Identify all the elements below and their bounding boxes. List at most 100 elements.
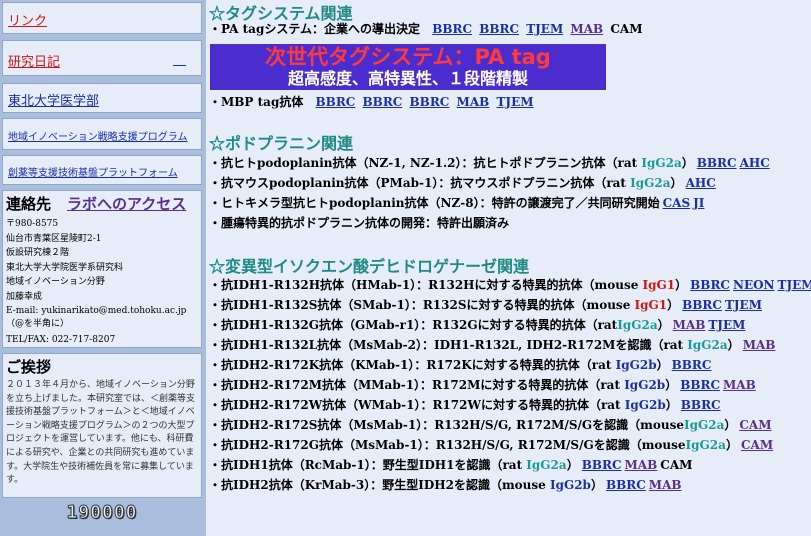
list-item: ・腫瘍特異的抗ポドプラニン抗体の開発：特許出願済み — [209, 216, 509, 231]
access-counter: 190000 — [52, 502, 152, 524]
item-text: ・抗IDH1-R132G抗体（GMab-r1）：R132Gに対する特異的抗体（r… — [209, 318, 618, 332]
ref-link-mab[interactable]: MAB — [743, 338, 776, 352]
ref-link-tjem[interactable]: TJEM — [708, 318, 745, 332]
list-item: ・抗IDH2-R172K抗体（KMab-1）：R172Kに対する特異的抗体（ra… — [209, 358, 711, 373]
ref-link-bbrc[interactable]: BBRC — [672, 358, 712, 372]
item-text-close: ） — [675, 278, 688, 292]
ref-cam-plain: CAM — [610, 22, 643, 36]
ref-link-bbrc[interactable]: BBRC — [606, 478, 646, 492]
contact-email: E-mail: yukinarikato@med.tohoku.ac.jp（@を… — [6, 305, 187, 329]
section-title-idh: ☆変異型イソクエン酸デヒドロゲナーゼ関連 — [209, 257, 530, 276]
contact-line: 地域イノベーション分野 — [6, 277, 105, 288]
ref-link-bbrc[interactable]: BBRC — [680, 378, 720, 392]
ref-link-tjem[interactable]: TJEM — [778, 278, 811, 292]
pa-tag-text: ・PA tagシステム：企業への導出決定 — [209, 22, 420, 36]
ref-link-cam[interactable]: CAM — [741, 438, 773, 452]
list-item: ・抗マウスpodoplanin抗体（PMab-1）：抗マウスポドプラニン抗体（r… — [209, 176, 716, 191]
item-text: ・抗IDH2-R172S抗体（MsMab-1）：R132H/S/G, R172M… — [209, 418, 684, 432]
item-text: ・抗IDH2-R172W抗体（WMab-1）：R172Wに対する特異的抗体（ra… — [209, 398, 625, 412]
sidebar-link-drug-platform[interactable]: 創薬等支援技術基盤プラットフォーム — [8, 164, 178, 179]
ref-link-bbrc[interactable]: BBRC — [316, 95, 356, 109]
contact-line: 仮設研究棟２階 — [6, 248, 70, 259]
sidebar-link-diary-extra[interactable]: ＿ — [173, 49, 186, 68]
ref-link-bbrc[interactable]: BBRC — [432, 22, 472, 36]
sidebar-link-box: 創薬等支援技術基盤プラットフォーム — [2, 155, 202, 185]
list-item: ・抗IDH1-R132L抗体（MsMab-2）：IDH1-R132L, IDH2… — [209, 338, 775, 353]
ref-link-cam[interactable]: CAM — [739, 418, 771, 432]
ref-link-bbrc[interactable]: BBRC — [690, 278, 730, 292]
sidebar-link-box: 地域イノベーション戦略支援プログラム — [2, 118, 202, 150]
ref-link-ahc[interactable]: AHC — [686, 176, 716, 190]
item-text: ・抗IDH2抗体（KrMab-3）：野生型IDH2を認識（mouse — [209, 478, 550, 492]
ref-link-ji[interactable]: JI — [693, 196, 704, 210]
isotype-label: IgG2a — [526, 458, 567, 472]
list-item: ・抗ヒトpodoplanin抗体（NZ-1, NZ-1.2）：抗ヒトポドプラニン… — [209, 156, 770, 171]
ref-link-bbrc[interactable]: BBRC — [479, 22, 519, 36]
ref-link-mab[interactable]: MAB — [723, 378, 756, 392]
ref-link-bbrc[interactable]: BBRC — [582, 458, 622, 472]
isotype-label: IgG1 — [634, 298, 668, 312]
lab-access-link[interactable]: ラボへのアクセス — [67, 193, 186, 214]
list-item: ・ヒトキメラ型抗ヒトpodoplanin抗体（NZ-8）：特許の譲渡完了／共同研… — [209, 196, 704, 211]
ref-link-bbrc[interactable]: BBRC — [682, 298, 722, 312]
pa-tag-banner[interactable]: 次世代タグシステム：PA tag 超高感度、高特異性、１段階精製 — [210, 44, 606, 90]
ref-link-bbrc[interactable]: BBRC — [410, 95, 450, 109]
item-text: ・抗IDH1-R132S抗体（SMab-1）：R132Sに対する特異的抗体（mo… — [209, 298, 635, 312]
ref-link-tjem[interactable]: TJEM — [496, 95, 533, 109]
sidebar-link-links[interactable]: リンク — [8, 10, 47, 29]
mbp-tag-row: ・MBP tag抗体 BBRC BBRC BBRC MAB TJEM — [209, 95, 534, 110]
item-text-close: ） — [665, 398, 678, 412]
contact-title: 連絡先 — [6, 195, 52, 213]
sidebar-link-tohoku-med[interactable]: 東北大学医学部 — [8, 90, 99, 109]
item-text-close: ） — [667, 298, 680, 312]
ref-link-bbrc[interactable]: BBRC — [363, 95, 403, 109]
contact-line: 〒980-8575 — [6, 219, 59, 229]
item-text-close: ） — [727, 338, 740, 352]
list-item: ・抗IDH1-R132H抗体（HMab-1）：R132Hに対する特異的抗体（mo… — [209, 278, 811, 293]
isotype-label: IgG2a — [617, 318, 658, 332]
counter-value: 190000 — [66, 502, 138, 524]
contact-details: 〒980-8575 仙台市青葉区星陵町2-1 仮設研究棟２階 東北大学大学院医学… — [6, 217, 200, 347]
section-title-podoplanin: ☆ポドプラニン関連 — [209, 134, 354, 153]
item-text: ・ヒトキメラ型抗ヒトpodoplanin抗体（NZ-8）：特許の譲渡完了／共同研… — [209, 196, 660, 210]
list-item: ・抗IDH1-R132S抗体（SMab-1）：R132Sに対する特異的抗体（mo… — [209, 298, 762, 313]
list-item: ・抗IDH1-R132G抗体（GMab-r1）：R132Gに対する特異的抗体（r… — [209, 318, 745, 333]
ref-link-tjem[interactable]: TJEM — [725, 298, 762, 312]
sidebar-link-box: リンク — [2, 2, 202, 34]
contact-tel: TEL/FAX: 022-717-8207 — [6, 334, 116, 345]
ref-link-neon[interactable]: NEON — [733, 278, 775, 292]
item-text: ・抗IDH1抗体（RcMab-1）：野生型IDH1を認識（rat — [209, 458, 527, 472]
ref-link-mab[interactable]: MAB — [649, 478, 682, 492]
ref-link-bbrc[interactable]: BBRC — [681, 398, 721, 412]
isotype-label: IgG2b — [615, 358, 657, 372]
ref-link-cas[interactable]: CAS — [663, 196, 691, 210]
item-text: ・抗ヒトpodoplanin抗体（NZ-1, NZ-1.2）：抗ヒトポドプラニン… — [209, 156, 642, 170]
sidebar-link-regional-innovation[interactable]: 地域イノベーション戦略支援プログラム — [8, 128, 188, 143]
item-text: ・抗マウスpodoplanin抗体（PMab-1）：抗マウスポドプラニン抗体（r… — [209, 176, 631, 190]
mbp-tag-text: ・MBP tag抗体 — [209, 95, 304, 109]
list-item: ・抗IDH2-R172G抗体（MsMab-1）：R132H/S/G, R172M… — [209, 438, 773, 453]
ref-link-bbrc[interactable]: BBRC — [697, 156, 737, 170]
ref-link-mab[interactable]: MAB — [673, 318, 706, 332]
banner-line2: 超高感度、高特異性、１段階精製 — [287, 69, 528, 88]
item-text-close: ） — [590, 478, 603, 492]
greeting-text: ２０１３年４月から、地域イノベーション分野を立ち上げました。本研究室では、＜創薬… — [6, 380, 196, 486]
ref-link-mab[interactable]: MAB — [570, 22, 603, 36]
ref-link-ahc[interactable]: AHC — [740, 156, 770, 170]
ref-link-mab[interactable]: MAB — [625, 458, 658, 472]
isotype-label: IgG2b — [624, 398, 666, 412]
contact-line: 東北大学大学院医学系研究科 — [6, 262, 124, 273]
list-item: ・抗IDH2抗体（KrMab-3）：野生型IDH2を認識（mouse IgG2b… — [209, 478, 682, 493]
sidebar-link-diary[interactable]: 研究日記 — [8, 51, 60, 70]
isotype-label: IgG2b — [624, 378, 666, 392]
main-content: ☆タグシステム関連 ・PA tagシステム：企業への導出決定 BBRC BBRC… — [207, 0, 811, 536]
isotype-label: IgG2a — [685, 438, 726, 452]
item-text-close: ） — [665, 378, 678, 392]
contact-line: 仙台市青葉区星陵町2-1 — [6, 233, 102, 244]
ref-link-mab[interactable]: MAB — [457, 95, 490, 109]
ref-link-tjem[interactable]: TJEM — [526, 22, 563, 36]
sidebar-link-box: 研究日記 ＿ — [2, 40, 202, 76]
item-text-close: ） — [657, 318, 670, 332]
greeting-box: ご挨拶 ２０１３年４月から、地域イノベーション分野を立ち上げました。本研究室では… — [2, 353, 202, 498]
list-item: ・抗IDH1抗体（RcMab-1）：野生型IDH1を認識（rat IgG2a） B… — [209, 458, 692, 473]
